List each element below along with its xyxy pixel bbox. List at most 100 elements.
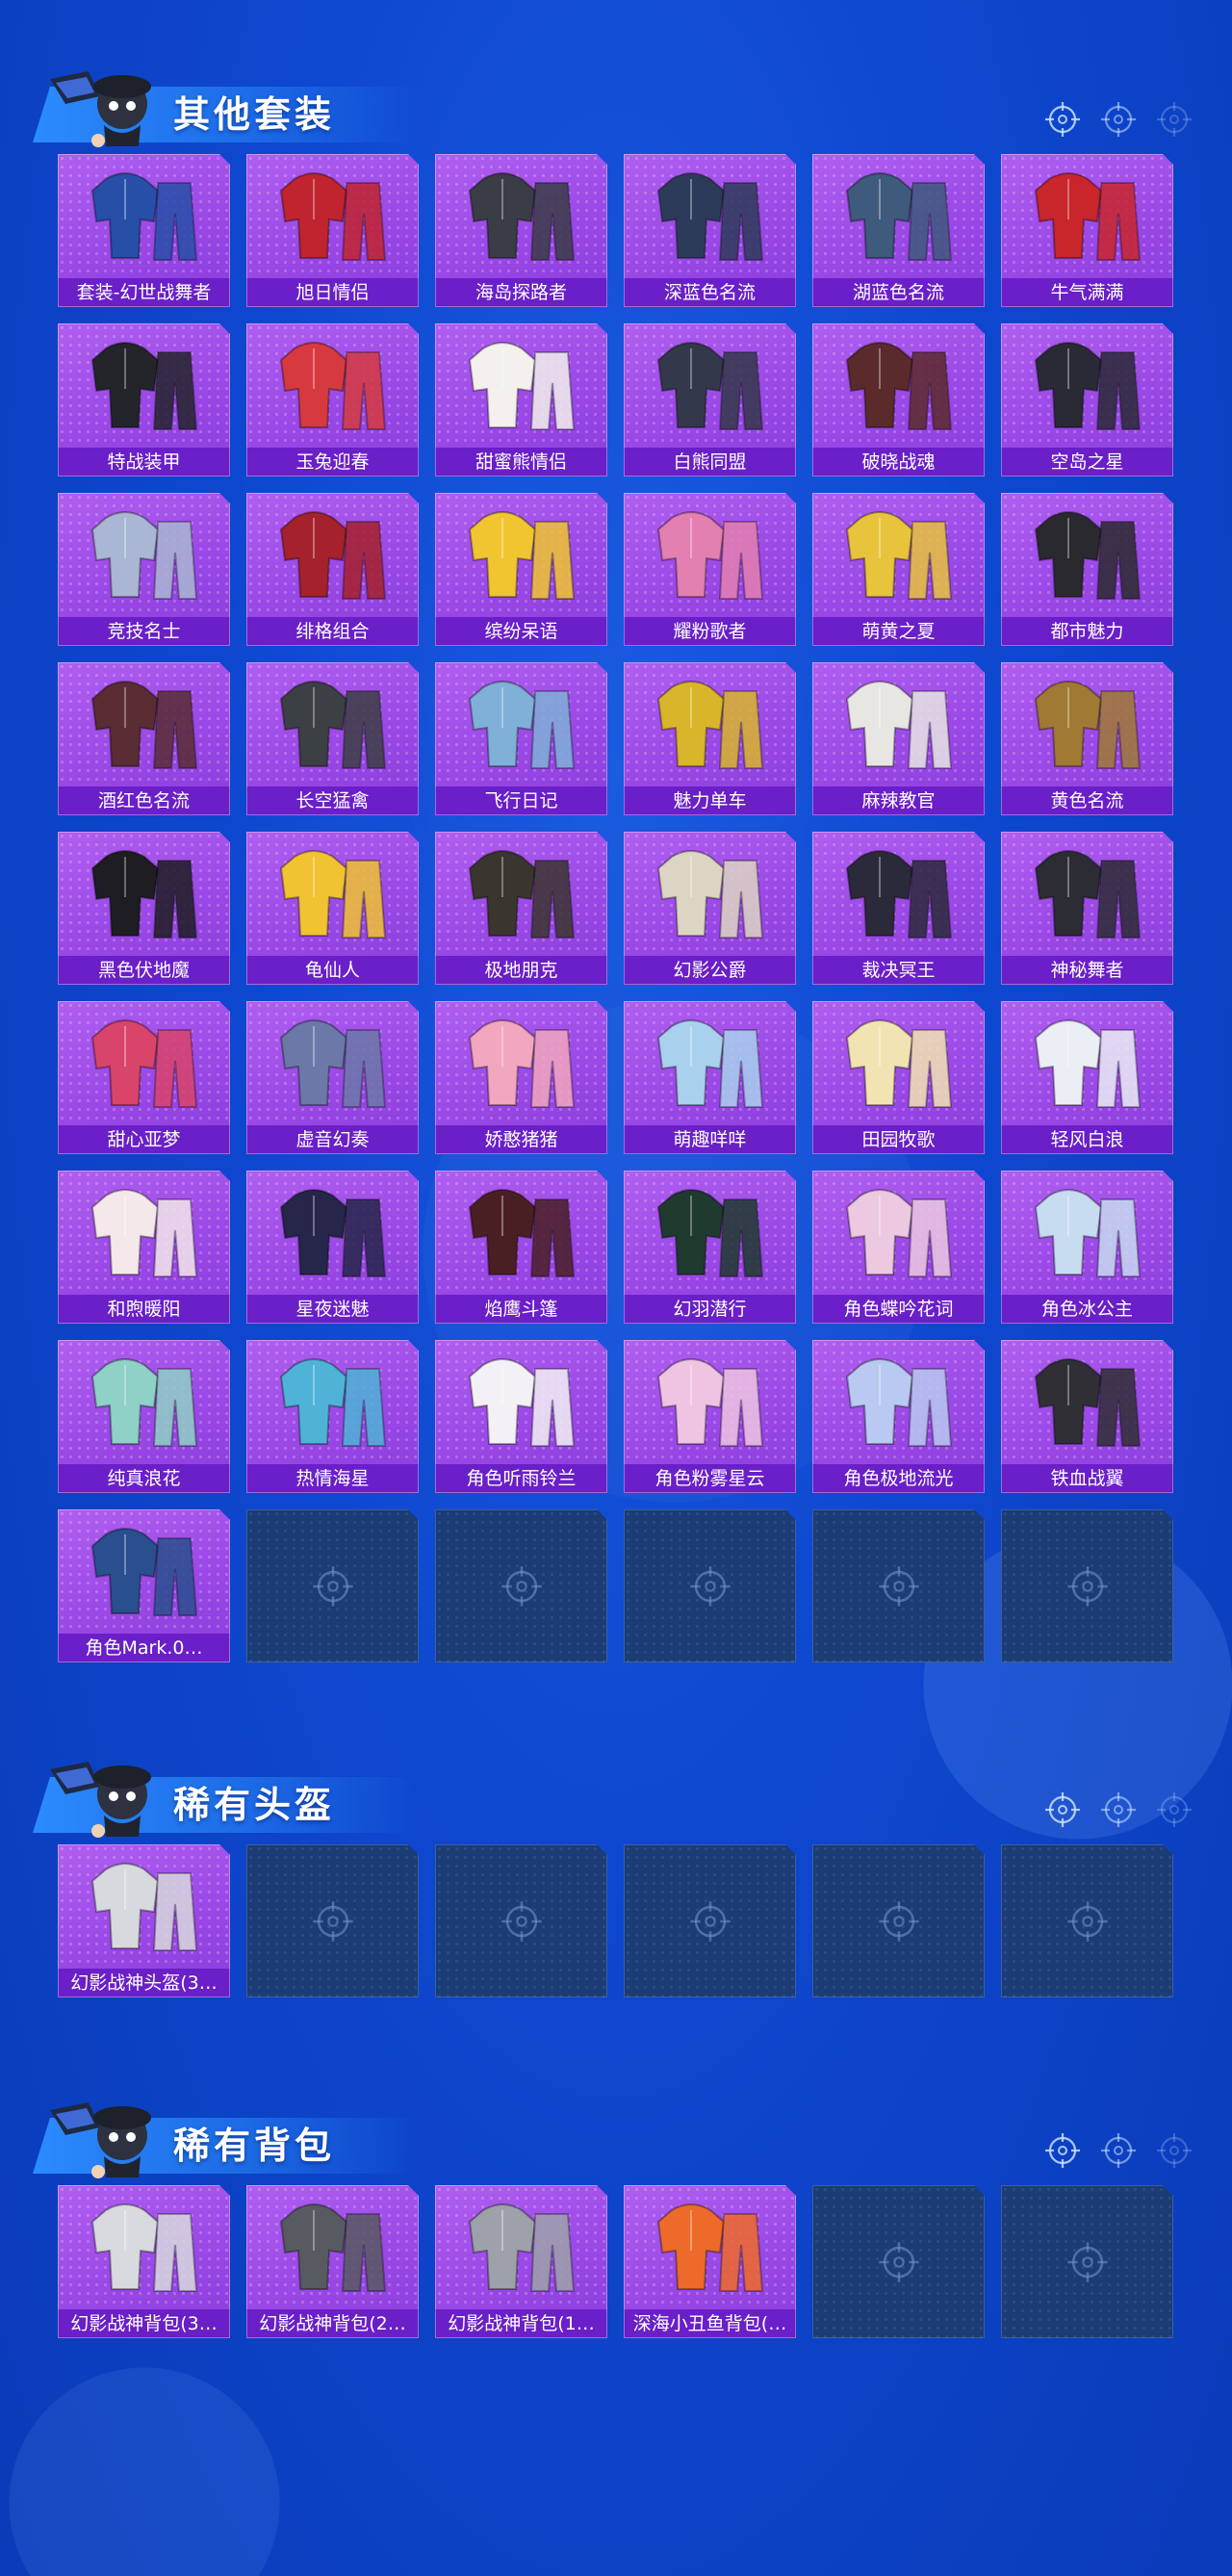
item-label: 轻风白浪 <box>1001 1125 1173 1154</box>
crosshair-icon <box>1067 1566 1108 1607</box>
item-card[interactable]: 幻羽潜行 <box>624 1171 796 1324</box>
item-label: 缤纷呆语 <box>435 617 607 646</box>
item-label: 热情海星 <box>246 1464 419 1493</box>
item-label: 萌黄之夏 <box>812 617 985 646</box>
empty-slot <box>435 1844 607 1997</box>
item-card[interactable]: 虚音幻奏 <box>246 1001 419 1154</box>
crosshair-icon <box>1067 1901 1108 1942</box>
item-card[interactable]: 幻影战神头盔(3… <box>58 1844 230 1997</box>
item-card[interactable]: 竞技名士 <box>58 493 230 646</box>
crosshair-icon <box>879 2242 919 2282</box>
item-label: 角色冰公主 <box>1001 1295 1173 1324</box>
item-card[interactable]: 裁决冥王 <box>812 832 985 985</box>
item-card[interactable]: 龟仙人 <box>246 832 419 985</box>
item-image <box>279 681 387 769</box>
item-card[interactable]: 长空猛禽 <box>246 662 419 815</box>
item-label: 牛气满满 <box>1001 278 1173 307</box>
item-label: 都市魅力 <box>1001 617 1173 646</box>
item-card[interactable]: 旭日情侣 <box>246 154 419 307</box>
item-card[interactable]: 黑色伏地魔 <box>58 832 230 985</box>
item-card[interactable]: 轻风白浪 <box>1001 1001 1173 1154</box>
item-label: 湖蓝色名流 <box>812 278 985 307</box>
item-card[interactable]: 绯格组合 <box>246 493 419 646</box>
item-card[interactable]: 黄色名流 <box>1001 662 1173 815</box>
item-label: 幻羽潜行 <box>624 1295 796 1324</box>
item-label: 甜心亚梦 <box>58 1125 230 1154</box>
empty-slot <box>246 1509 419 1662</box>
item-card[interactable]: 魅力单车 <box>624 662 796 815</box>
header-decoration <box>1043 100 1194 139</box>
item-image <box>1034 511 1142 600</box>
item-image <box>90 681 198 769</box>
item-card[interactable]: 娇憨猪猪 <box>435 1001 607 1154</box>
item-image <box>279 342 387 430</box>
item-card[interactable]: 焰鹰斗篷 <box>435 1171 607 1324</box>
section-title: 其他套装 <box>173 93 336 136</box>
section-other-suits: 其他套装套装-幻世战舞者 旭日情侣 海岛探路者 深蓝色名流 湖蓝色名流 牛气满满特战装甲玉… <box>0 58 1232 1662</box>
item-card[interactable]: 幻影战神背包(1… <box>435 2185 607 2338</box>
item-card[interactable]: 甜蜜熊情侣 <box>435 323 607 477</box>
item-image <box>845 850 953 939</box>
item-card[interactable]: 角色Mark.0… <box>58 1509 230 1662</box>
item-card[interactable]: 萌趣咩咩 <box>624 1001 796 1154</box>
item-image <box>656 1358 764 1447</box>
item-card[interactable]: 神秘舞者 <box>1001 832 1173 985</box>
item-card[interactable]: 萌黄之夏 <box>812 493 985 646</box>
item-image <box>90 511 198 600</box>
crosshair-icon <box>1101 2133 1136 2168</box>
item-card[interactable]: 耀粉歌者 <box>624 493 796 646</box>
item-card[interactable]: 角色冰公主 <box>1001 1171 1173 1324</box>
item-card[interactable]: 深海小丑鱼背包(… <box>624 2185 796 2338</box>
crosshair-icon <box>1101 1792 1136 1827</box>
item-image <box>468 681 576 769</box>
item-card[interactable]: 白熊同盟 <box>624 323 796 477</box>
item-image <box>468 172 576 261</box>
item-card[interactable]: 缤纷呆语 <box>435 493 607 646</box>
item-label: 角色粉雾星云 <box>624 1464 796 1493</box>
item-label: 玉兔迎春 <box>246 448 419 477</box>
item-card[interactable]: 都市魅力 <box>1001 493 1173 646</box>
crosshair-icon <box>1101 102 1136 137</box>
item-image <box>845 1189 953 1277</box>
item-card[interactable]: 纯真浪花 <box>58 1340 230 1493</box>
item-card[interactable]: 角色蝶吟花词 <box>812 1171 985 1324</box>
item-image <box>279 1019 387 1108</box>
item-label: 虚音幻奏 <box>246 1125 419 1154</box>
item-card[interactable]: 幻影公爵 <box>624 832 796 985</box>
item-image <box>1034 172 1142 261</box>
header-decoration <box>1043 1790 1194 1829</box>
item-card[interactable]: 和煦暖阳 <box>58 1171 230 1324</box>
item-label: 角色Mark.0… <box>58 1634 230 1662</box>
item-label: 极地朋克 <box>435 956 607 985</box>
item-card[interactable]: 铁血战翼 <box>1001 1340 1173 1493</box>
item-card[interactable]: 甜心亚梦 <box>58 1001 230 1154</box>
item-card[interactable]: 热情海星 <box>246 1340 419 1493</box>
item-label: 萌趣咩咩 <box>624 1125 796 1154</box>
item-card[interactable]: 湖蓝色名流 <box>812 154 985 307</box>
item-card[interactable]: 酒红色名流 <box>58 662 230 815</box>
item-card[interactable]: 破晓战魂 <box>812 323 985 477</box>
item-card[interactable]: 套装-幻世战舞者 <box>58 154 230 307</box>
item-card[interactable]: 空岛之星 <box>1001 323 1173 477</box>
item-card[interactable]: 飞行日记 <box>435 662 607 815</box>
item-image <box>845 172 953 261</box>
empty-slot <box>246 1844 419 1997</box>
item-card[interactable]: 田园牧歌 <box>812 1001 985 1154</box>
item-card[interactable]: 麻辣教官 <box>812 662 985 815</box>
item-card[interactable]: 星夜迷魅 <box>246 1171 419 1324</box>
item-card[interactable]: 幻影战神背包(2… <box>246 2185 419 2338</box>
item-card[interactable]: 角色粉雾星云 <box>624 1340 796 1493</box>
item-label: 破晓战魂 <box>812 448 985 477</box>
item-image <box>90 850 198 939</box>
item-card[interactable]: 角色极地流光 <box>812 1340 985 1493</box>
item-card[interactable]: 玉兔迎春 <box>246 323 419 477</box>
item-label: 白熊同盟 <box>624 448 796 477</box>
item-card[interactable]: 角色听雨铃兰 <box>435 1340 607 1493</box>
item-card[interactable]: 深蓝色名流 <box>624 154 796 307</box>
item-card[interactable]: 幻影战神背包(3… <box>58 2185 230 2338</box>
item-label: 神秘舞者 <box>1001 956 1173 985</box>
item-card[interactable]: 牛气满满 <box>1001 154 1173 307</box>
item-card[interactable]: 海岛探路者 <box>435 154 607 307</box>
item-card[interactable]: 特战装甲 <box>58 323 230 477</box>
item-card[interactable]: 极地朋克 <box>435 832 607 985</box>
